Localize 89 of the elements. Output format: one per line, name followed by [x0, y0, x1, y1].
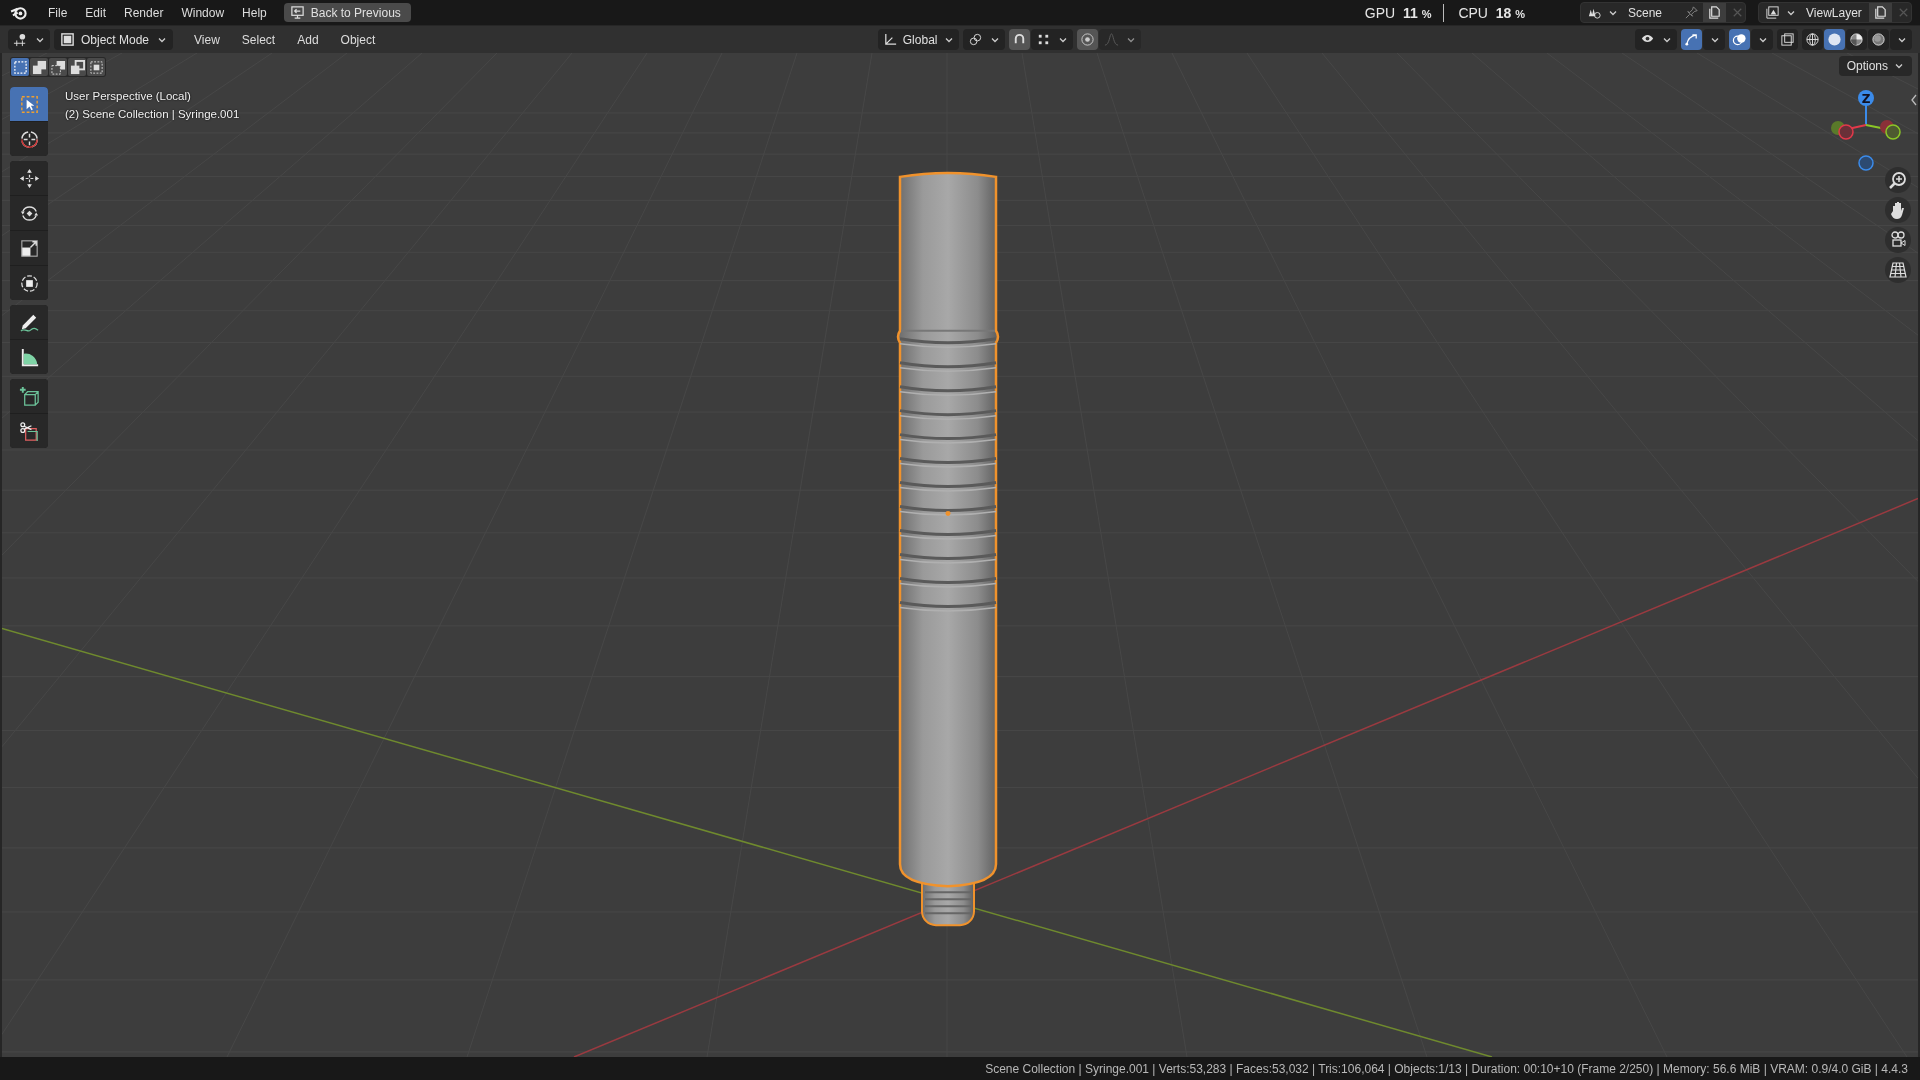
move-icon [17, 166, 41, 190]
pivot-point-dropdown[interactable] [963, 29, 1006, 50]
view-layer-name: ViewLayer [1805, 5, 1863, 20]
collection-info: (2) Scene Collection | Syringe.001 [65, 107, 240, 122]
target-icon [1080, 32, 1096, 47]
usage-stat: CPU 18 % [1458, 4, 1525, 21]
snap-target-dropdown[interactable] [1031, 29, 1074, 50]
mode-dropdown[interactable]: Object Mode [54, 29, 174, 50]
menu-item[interactable]: Add [288, 32, 328, 47]
selection-mode-button[interactable] [68, 58, 86, 76]
proportional-editing-toggle[interactable] [1077, 29, 1099, 50]
menu-item[interactable]: Help [233, 5, 276, 20]
squares-icon [31, 59, 47, 75]
sphere-icon [1871, 32, 1886, 47]
monitor-arrow-icon [289, 5, 305, 20]
options-dropdown[interactable]: Options [1838, 56, 1912, 76]
menu-item[interactable]: Select [232, 32, 285, 47]
orientation-dropdown[interactable]: Global [877, 29, 960, 50]
copy-icon[interactable] [1707, 5, 1722, 20]
editor-type-button[interactable] [8, 29, 50, 50]
view-layer-selector[interactable]: ViewLayer [1758, 2, 1912, 23]
square-icon [60, 32, 75, 47]
camera-view-button[interactable] [1885, 227, 1911, 253]
xray-toggle[interactable] [1777, 29, 1798, 50]
copy-icon[interactable] [1873, 5, 1888, 20]
grid-icon [1888, 260, 1908, 280]
arc-arrow-icon [1684, 32, 1699, 47]
perspective-toggle-button[interactable] [1885, 257, 1911, 283]
add-cube-icon [17, 384, 41, 408]
menu-item[interactable]: Edit [76, 5, 116, 20]
usage-stat: GPU 11 % [1364, 4, 1432, 21]
magnifier-icon [1888, 170, 1908, 190]
snap-toggle[interactable] [1009, 29, 1031, 50]
shading-button[interactable] [1824, 29, 1845, 50]
shading-button[interactable] [1846, 29, 1867, 50]
squares-icon [88, 59, 104, 75]
sphere-icon [1849, 32, 1864, 47]
menu-item[interactable]: Render [115, 5, 173, 20]
cut-tool-button[interactable] [10, 414, 48, 448]
overlay-dropdown[interactable] [1751, 29, 1773, 50]
pin-icon[interactable] [1684, 5, 1699, 20]
camera-icon [1888, 230, 1908, 250]
annotate-tool-button[interactable] [10, 305, 48, 339]
gizmo-dropdown[interactable] [1703, 29, 1725, 50]
app-logo-icon[interactable] [10, 5, 29, 20]
view-name: User Perspective (Local) [65, 89, 192, 104]
visibility-dropdown[interactable] [1635, 29, 1677, 50]
zoom-button[interactable] [1885, 167, 1911, 193]
curve-icon [1104, 32, 1120, 47]
back-button[interactable]: Back to Previous [283, 3, 411, 22]
sphere-icon [1805, 32, 1820, 47]
squares-icon [69, 59, 85, 75]
navigation-gizmo[interactable]: Z [1818, 83, 1918, 183]
sphere-icon [1827, 32, 1842, 47]
scene-name: Scene [1627, 5, 1664, 20]
overlay-toggle[interactable] [1729, 29, 1750, 50]
selection-mode-button[interactable] [87, 58, 105, 76]
status-bar-text: Scene Collection | Syringe.001 | Verts:53,283 | Faces:53,032 | Tris:106,064 | Objects:1/13 | Duration: 00:10+10 (Frame 2/250) | Memory: 56.6 MiB | VRAM: 0.9/4.0 GiB | 4.4.3 [985, 1061, 1908, 1076]
menu-item[interactable]: Window [172, 5, 234, 20]
selection-mode-button[interactable] [11, 58, 29, 76]
selection-mode-button[interactable] [49, 58, 67, 76]
select-tool-button[interactable] [10, 87, 48, 121]
scene-selector[interactable]: Scene [1580, 2, 1746, 23]
caret-icon [1894, 61, 1904, 71]
scale-tool-button[interactable] [10, 231, 48, 265]
squares-icon [12, 59, 28, 75]
overlapping-squares-icon [1780, 32, 1795, 47]
move-tool-button[interactable] [10, 161, 48, 195]
shading-button[interactable] [1802, 29, 1823, 50]
menu-item[interactable]: Object [331, 32, 385, 47]
shading-button[interactable] [1868, 29, 1889, 50]
axes-sphere-icon [13, 32, 28, 47]
cursor-tool-button[interactable] [10, 122, 48, 156]
transform-tool-button[interactable] [10, 266, 48, 300]
cut-icon [17, 419, 41, 443]
add-cube-tool-button[interactable] [10, 379, 48, 413]
squares-icon [50, 59, 66, 75]
measure-tool-button[interactable] [10, 340, 48, 374]
pan-button[interactable] [1885, 197, 1911, 223]
image-layers-icon [1765, 5, 1780, 20]
overlapping-circles-icon [1732, 32, 1747, 47]
menu-item[interactable]: File [39, 5, 77, 20]
circles-icon [968, 32, 984, 47]
rotate-tool-button[interactable] [10, 196, 48, 230]
gizmo-toggle[interactable] [1681, 29, 1702, 50]
shading-dropdown[interactable] [1890, 29, 1912, 50]
menu-item[interactable]: View [185, 32, 229, 47]
axes-icon [882, 32, 898, 47]
selection-mode-button[interactable] [30, 58, 48, 76]
